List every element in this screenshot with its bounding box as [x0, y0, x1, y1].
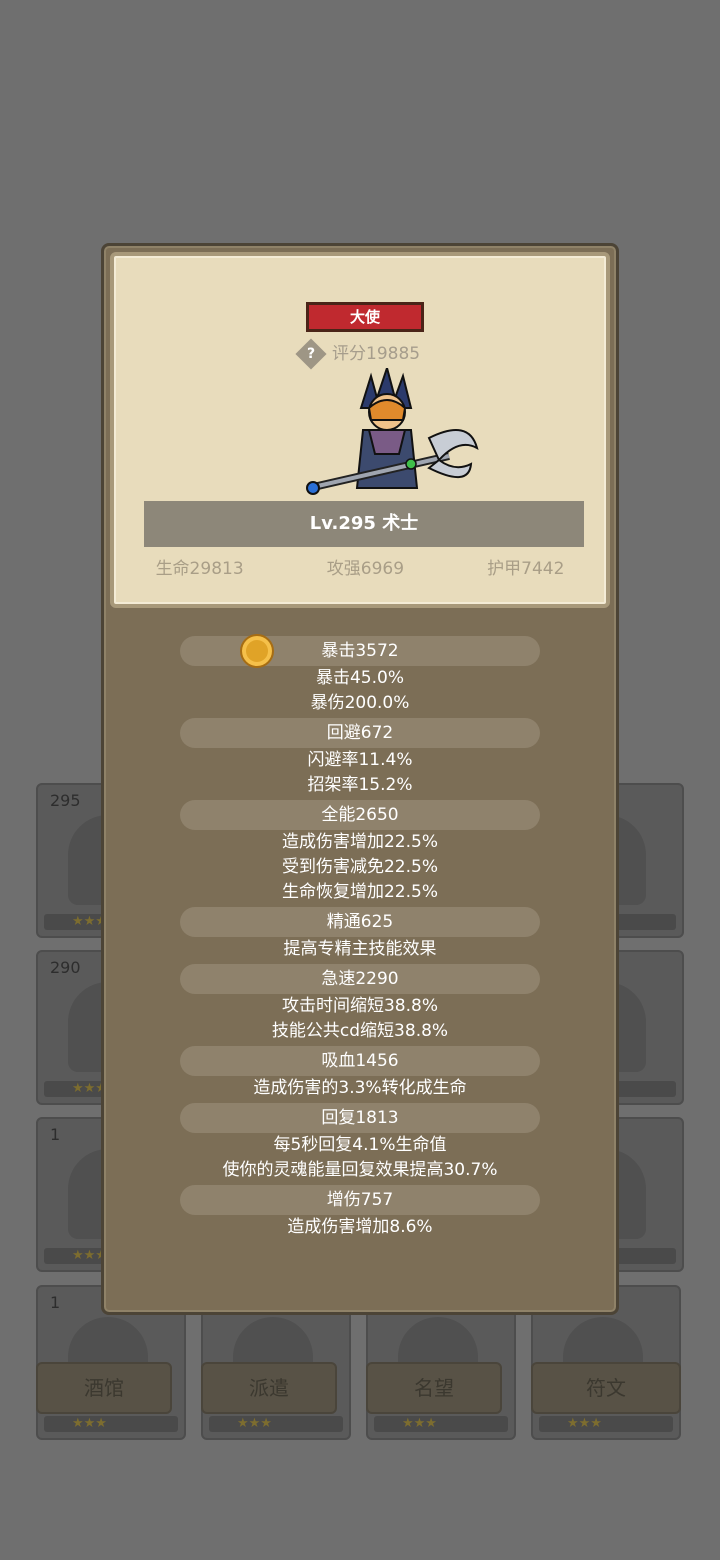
- star-rating: ★★★: [539, 1416, 673, 1432]
- score-text: 评分19885: [332, 344, 421, 364]
- stat-line: 造成伤害的3.3%转化成生命: [253, 1078, 467, 1098]
- card-level: 1: [50, 1293, 61, 1312]
- title-tag: 大使: [306, 302, 424, 332]
- stat-line: 每5秒回复4.1%生命值: [273, 1135, 447, 1155]
- stat-header-crit: 暴击3572: [180, 634, 540, 668]
- fame-button[interactable]: 名望: [366, 1362, 502, 1414]
- stat-line: 闪避率11.4%: [307, 750, 413, 770]
- help-icon[interactable]: ?: [295, 338, 327, 370]
- stat-line: 招架率15.2%: [307, 775, 413, 795]
- base-stats-row: 生命29813 攻强6969 护甲7442: [114, 554, 606, 579]
- stat-line: 暴伤200.0%: [310, 693, 410, 713]
- stat-header-haste: 急速2290: [180, 964, 540, 994]
- hero-detail-popup: 大使 ? 评分19885 Lv.295 术士 生命29813 攻强6969 护甲7…: [101, 243, 619, 1315]
- star-rating: ★★★: [44, 1416, 178, 1432]
- stat-header-damage-bonus: 增伤757: [180, 1185, 540, 1215]
- hp-stat: 生命29813: [155, 559, 244, 579]
- tavern-button[interactable]: 酒馆: [36, 1362, 172, 1414]
- stat-header-mastery: 精通625: [180, 907, 540, 937]
- stat-line: 造成伤害增加8.6%: [287, 1217, 433, 1237]
- warlock-hero-portrait: [306, 368, 479, 495]
- hero-name-bar: Lv.295 术士: [144, 501, 584, 547]
- stat-line: 攻击时间缩短38.8%: [281, 996, 438, 1016]
- star-rating: ★★★: [209, 1416, 343, 1432]
- card-level: 290: [50, 958, 81, 977]
- star-rating: ★★★: [374, 1416, 508, 1432]
- stat-header-regen: 回复1813: [180, 1103, 540, 1133]
- stat-line: 造成伤害增加22.5%: [281, 832, 438, 852]
- stat-line: 受到伤害减免22.5%: [281, 857, 438, 877]
- stat-details: 暴击3572 暴击45.0% 暴伤200.0% 回避672 闪避率11.4% 招…: [104, 634, 616, 1240]
- attack-stat: 攻强6969: [326, 559, 405, 579]
- rune-button[interactable]: 符文: [531, 1362, 681, 1414]
- card-level: 1: [50, 1125, 61, 1144]
- stat-header-versatility: 全能2650: [180, 800, 540, 830]
- stat-header-dodge: 回避672: [180, 718, 540, 748]
- score-row: ? 评分19885: [295, 338, 421, 370]
- armor-stat: 护甲7442: [487, 559, 565, 579]
- hero-header-card: 大使 ? 评分19885 Lv.295 术士 生命29813 攻强6969 护甲7…: [110, 252, 610, 608]
- stat-line: 使你的灵魂能量回复效果提高30.7%: [222, 1160, 498, 1180]
- stat-line: 技能公共cd缩短38.8%: [271, 1021, 449, 1041]
- stat-header-lifesteal: 吸血1456: [180, 1046, 540, 1076]
- dispatch-button[interactable]: 派遣: [201, 1362, 337, 1414]
- stat-line: 生命恢复增加22.5%: [281, 882, 438, 902]
- stat-line: 暴击45.0%: [315, 668, 404, 688]
- coin-icon: [240, 634, 274, 668]
- stat-line: 提高专精主技能效果: [283, 939, 437, 959]
- card-level: 295: [50, 791, 81, 810]
